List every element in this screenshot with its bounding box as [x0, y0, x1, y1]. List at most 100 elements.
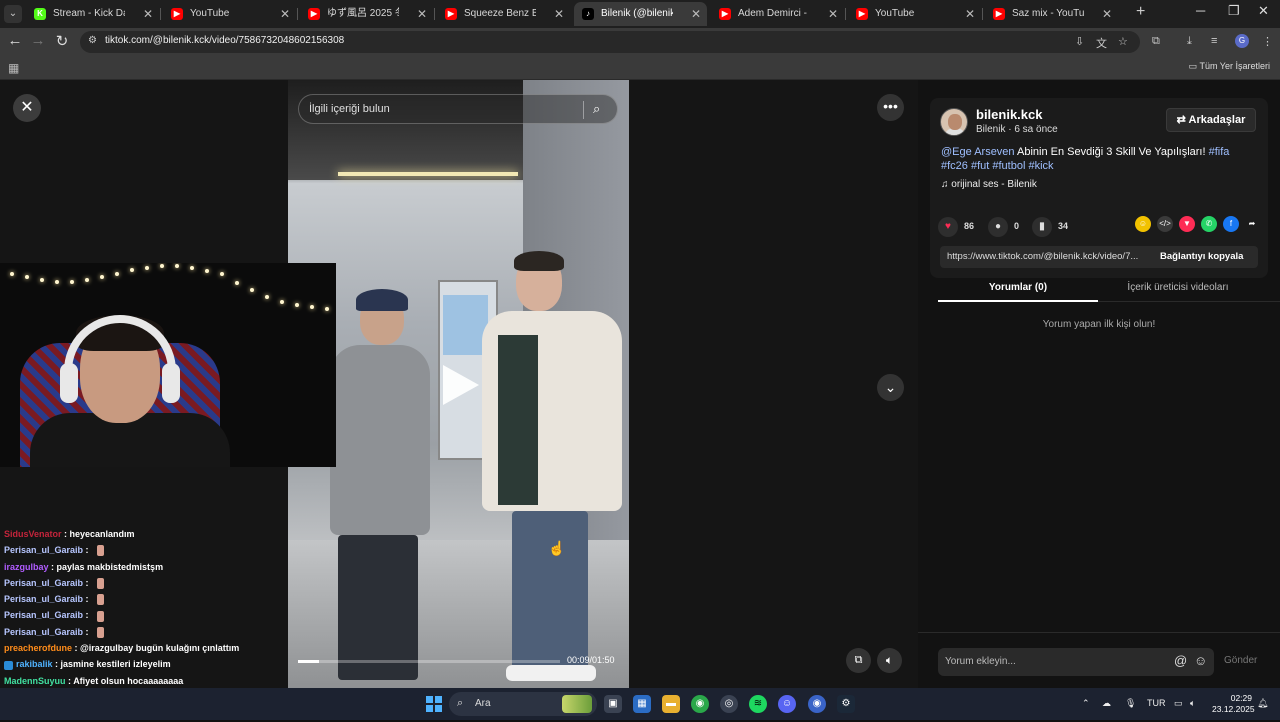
- tab-close-icon[interactable]: ✕: [828, 2, 838, 26]
- downloads-icon[interactable]: ⤓: [1187, 35, 1192, 48]
- save-button[interactable]: ▮ 34: [1032, 215, 1068, 237]
- tab-close-icon[interactable]: ✕: [691, 2, 701, 26]
- microsoft-store-icon[interactable]: ▦: [633, 695, 651, 713]
- chat-username[interactable]: rakibalik: [16, 659, 53, 669]
- friends-button[interactable]: ⇄ Arkadaşlar: [1166, 108, 1256, 132]
- video-progress-bar[interactable]: [298, 660, 560, 663]
- minimize-icon[interactable]: ─: [1196, 3, 1205, 18]
- tray-overflow-icon[interactable]: ⌃: [1082, 698, 1090, 709]
- restore-icon[interactable]: ❐: [1228, 3, 1240, 19]
- tab-close-icon[interactable]: ✕: [417, 2, 427, 26]
- new-tab-button[interactable]: +: [1136, 3, 1145, 21]
- tab-close-icon[interactable]: ✕: [280, 2, 290, 26]
- tab-2[interactable]: ▶ ゆず風呂 2025 冬至 重吉ﾛ ✕: [300, 2, 433, 26]
- translate-icon[interactable]: 文: [1096, 35, 1107, 51]
- share-arrow-icon[interactable]: ➦: [1244, 216, 1260, 232]
- discord-icon[interactable]: ☺: [778, 695, 796, 713]
- whatsapp-icon[interactable]: ✆: [1201, 216, 1217, 232]
- spotify-icon[interactable]: ≋: [749, 695, 767, 713]
- chat-username[interactable]: Perisan_ul_Garaib: [4, 610, 83, 620]
- tab-close-icon[interactable]: ✕: [143, 2, 153, 26]
- embed-icon[interactable]: </>: [1157, 216, 1173, 232]
- next-video-icon[interactable]: ⌄: [877, 374, 904, 401]
- share-link-text[interactable]: https://www.tiktok.com/@bilenik.kck/vide…: [947, 251, 1152, 262]
- chat-username[interactable]: SidusVenator: [4, 529, 62, 539]
- address-bar[interactable]: ⚙ tiktok.com/@bilenik.kck/video/75867320…: [80, 31, 1140, 53]
- author-username[interactable]: bilenik.kck: [976, 107, 1042, 122]
- network-icon[interactable]: ▭: [1174, 698, 1183, 709]
- profile-avatar[interactable]: G: [1235, 34, 1249, 48]
- file-explorer-icon[interactable]: ▬: [662, 695, 680, 713]
- tab-1[interactable]: ▶ YouTube ✕: [163, 2, 296, 26]
- tab-7[interactable]: ▶ Saz mix - YouTube ✕: [985, 2, 1118, 26]
- all-bookmarks-link[interactable]: ▭ Tüm Yer İşaretleri: [1189, 61, 1270, 72]
- comment-button[interactable]: ● 0: [988, 215, 1019, 237]
- windows-start-icon[interactable]: [426, 696, 442, 712]
- taskbar-clock[interactable]: 02:29 23.12.2025: [1212, 693, 1255, 715]
- tab-0[interactable]: K Stream - Kick Dashboard ✕: [26, 2, 159, 26]
- facebook-icon[interactable]: f: [1223, 216, 1239, 232]
- forward-icon[interactable]: →: [28, 32, 48, 49]
- music-link[interactable]: ♫ orijinal ses - Bilenik: [941, 179, 1037, 190]
- notifications-icon[interactable]: 🔔︎: [1257, 698, 1268, 709]
- taskbar-search[interactable]: ⌕ Ara: [449, 692, 597, 716]
- tab-5[interactable]: ▶ Adem Demirci - Sabır Laz ✕: [711, 2, 844, 26]
- caption-mention[interactable]: @Ege Arseven: [941, 146, 1015, 158]
- task-view-icon[interactable]: ▣: [604, 695, 622, 713]
- tab-close-icon[interactable]: ✕: [965, 2, 975, 26]
- author-avatar[interactable]: [940, 108, 968, 136]
- caption-hashtags[interactable]: #fc26 #fut #futbol #kick: [941, 160, 1054, 172]
- like-button[interactable]: ♥ 86: [938, 215, 974, 237]
- chat-username[interactable]: Perisan_ul_Garaib: [4, 578, 83, 588]
- chat-username[interactable]: Perisan_ul_Garaib: [4, 545, 83, 555]
- comment-placeholder[interactable]: Yorum ekleyin...: [945, 656, 1016, 667]
- more-options-icon[interactable]: •••: [877, 94, 904, 121]
- copy-link-button[interactable]: Bağlantıyı kopyala: [1160, 251, 1243, 262]
- onedrive-icon[interactable]: ☁: [1102, 698, 1111, 709]
- chat-username[interactable]: preacherofdune: [4, 643, 72, 653]
- search-placeholder[interactable]: İlgili içeriği bulun: [309, 103, 390, 115]
- steam-icon[interactable]: ⚙: [837, 695, 855, 713]
- chat-username[interactable]: MadennSuyuu: [4, 676, 66, 686]
- search-icon[interactable]: ⌕: [593, 101, 600, 117]
- mention-icon[interactable]: @: [1174, 653, 1187, 668]
- language-indicator[interactable]: TUR: [1147, 698, 1166, 708]
- play-icon[interactable]: [443, 365, 479, 405]
- close-window-icon[interactable]: ✕: [1258, 3, 1269, 19]
- comment-input[interactable]: Yorum ekleyin... @ ☺: [938, 648, 1214, 676]
- tab-3[interactable]: ▶ Squeeze Benz Best Mome ✕: [437, 2, 570, 26]
- tab-4[interactable]: ♪ Bilenik (@bilenik.kck) ✕: [574, 2, 707, 26]
- close-video-icon[interactable]: ✕: [13, 94, 41, 122]
- chat-username[interactable]: Perisan_ul_Garaib: [4, 594, 83, 604]
- emoji-icon[interactable]: ☺: [1194, 653, 1207, 668]
- chrome-profile-icon[interactable]: ◉: [808, 695, 826, 713]
- apps-grid-icon[interactable]: ▦: [8, 61, 19, 75]
- tab-close-icon[interactable]: ✕: [1102, 2, 1112, 26]
- bookmark-star-icon[interactable]: ☆: [1118, 35, 1128, 48]
- caption-hashtag-fifa[interactable]: #fifa: [1209, 146, 1230, 158]
- media-control-icon[interactable]: ≡: [1211, 35, 1217, 47]
- tab-search-icon[interactable]: ⌄: [4, 5, 22, 23]
- microphone-icon[interactable]: 🎙︎: [1125, 698, 1136, 709]
- chat-username[interactable]: Perisan_ul_Garaib: [4, 627, 83, 637]
- tab-close-icon[interactable]: ✕: [554, 2, 564, 26]
- browser-menu-icon[interactable]: ⋮: [1262, 35, 1273, 48]
- obs-icon[interactable]: ◎: [720, 695, 738, 713]
- install-app-icon[interactable]: ⇩: [1075, 35, 1084, 48]
- repost-icon[interactable]: ☺: [1135, 216, 1151, 232]
- send-comment-button[interactable]: Gönder: [1224, 655, 1257, 666]
- url-text[interactable]: tiktok.com/@bilenik.kck/video/7586732048…: [105, 35, 344, 46]
- chat-username[interactable]: irazgulbay: [4, 562, 49, 572]
- back-icon[interactable]: ←: [5, 32, 25, 49]
- tab-creator-videos[interactable]: İçerik üreticisi videoları: [1098, 282, 1258, 293]
- send-to-friends-icon[interactable]: ▼: [1179, 216, 1195, 232]
- reload-icon[interactable]: ↻: [52, 32, 72, 50]
- tab-comments[interactable]: Yorumlar (0): [938, 282, 1098, 293]
- speaker-icon[interactable]: 🔈︎: [1190, 698, 1195, 709]
- extensions-icon[interactable]: ⧉: [1152, 35, 1160, 48]
- site-info-icon[interactable]: ⚙: [88, 35, 97, 46]
- volume-icon[interactable]: 🔈︎: [877, 648, 902, 673]
- floating-player-icon[interactable]: ⧉: [846, 648, 871, 673]
- chrome-icon[interactable]: ◉: [691, 695, 709, 713]
- tab-6[interactable]: ▶ YouTube ✕: [848, 2, 981, 26]
